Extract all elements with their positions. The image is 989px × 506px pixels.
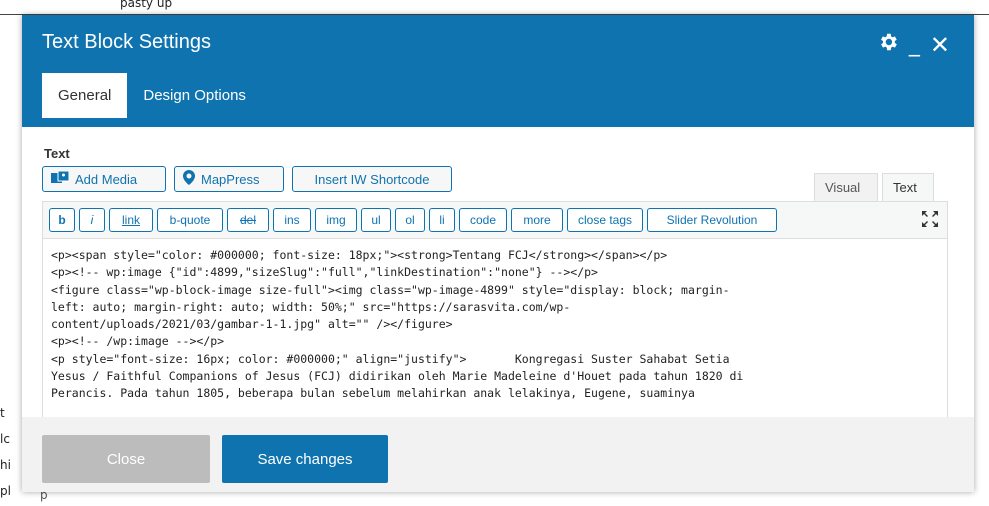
modal-tabs: General Design Options — [42, 73, 262, 118]
code-line: <p><span style="color: #000000; font-siz… — [51, 248, 668, 262]
background-fragment: pl — [0, 484, 11, 498]
modal-header: Text Block Settings _ ✕ General Design O… — [22, 15, 974, 127]
qt-italic-button[interactable]: i — [79, 208, 105, 232]
fullscreen-expand-icon[interactable] — [921, 210, 939, 228]
modal-footer: Close Save changes — [22, 417, 974, 492]
qt-close-tags-button[interactable]: close tags — [567, 208, 643, 232]
background-fragment: t — [0, 406, 5, 420]
code-line: Yesus / Faithful Companions of Jesus (FC… — [51, 369, 744, 384]
text-block-settings-modal: Text Block Settings _ ✕ General Design O… — [22, 15, 974, 492]
map-pin-icon — [183, 170, 195, 188]
qt-link-button[interactable]: link — [109, 208, 153, 232]
background-fragment: hi — [0, 458, 11, 472]
code-line: <p style="font-size: 16px; color: #00000… — [51, 351, 730, 366]
tab-visual[interactable]: Visual — [814, 173, 878, 201]
qt-img-button[interactable]: img — [315, 208, 357, 232]
qt-ul-button[interactable]: ul — [361, 208, 391, 232]
code-line: Perancis. Pada tahun 1805, beberapa bula… — [51, 386, 695, 401]
tab-general[interactable]: General — [42, 73, 128, 118]
insert-iw-shortcode-button[interactable]: Insert IW Shortcode — [292, 166, 452, 192]
code-line: <p><!-- /wp:image --></p> — [51, 334, 225, 349]
tab-text[interactable]: Text — [882, 173, 934, 201]
qt-ins-button[interactable]: ins — [273, 208, 311, 232]
code-line: left: auto; margin-right: auto; width: 5… — [51, 299, 571, 314]
add-media-button[interactable]: Add Media — [42, 166, 166, 192]
close-button[interactable]: Close — [42, 435, 210, 483]
minimize-icon[interactable]: _ — [909, 34, 920, 56]
qt-bold-button[interactable]: b — [49, 208, 75, 232]
mappress-label: MapPress — [201, 171, 260, 187]
code-line: <p><!-- wp:image {"id":4899,"sizeSlug":"… — [51, 265, 598, 280]
qt-slider-revolution-button[interactable]: Slider Revolution — [647, 208, 777, 232]
add-media-label: Add Media — [75, 171, 138, 187]
media-icon — [51, 170, 70, 188]
close-icon[interactable]: ✕ — [930, 33, 950, 57]
quicktags-toolbar: b i link b-quote del ins img ul ol li co… — [42, 201, 948, 239]
background-fragment: lc — [0, 432, 10, 446]
code-line: content/uploads/2021/03/gambar-1-1.jpg" … — [51, 317, 453, 332]
modal-content: Text Add Media MapPress Insert IW Shortc… — [22, 127, 974, 417]
qt-more-button[interactable]: more — [511, 208, 563, 232]
save-changes-button[interactable]: Save changes — [222, 435, 388, 483]
code-editor-textarea[interactable]: <p><span style="color: #000000; font-siz… — [42, 239, 948, 417]
background-top-text: pasty up — [120, 0, 173, 10]
header-controls: _ ✕ — [877, 31, 950, 59]
background-top-strip: pasty up — [0, 0, 989, 15]
tab-design-options[interactable]: Design Options — [127, 73, 262, 118]
code-line: <figure class="wp-block-image size-full"… — [51, 282, 730, 297]
qt-blockquote-button[interactable]: b-quote — [157, 208, 223, 232]
qt-li-button[interactable]: li — [429, 208, 455, 232]
qt-ol-button[interactable]: ol — [395, 208, 425, 232]
qt-code-button[interactable]: code — [459, 208, 507, 232]
modal-title: Text Block Settings — [42, 31, 211, 53]
gear-icon[interactable] — [877, 31, 899, 59]
text-field-label: Text — [44, 146, 70, 161]
mappress-button[interactable]: MapPress — [174, 166, 284, 192]
qt-del-button[interactable]: del — [227, 208, 269, 232]
